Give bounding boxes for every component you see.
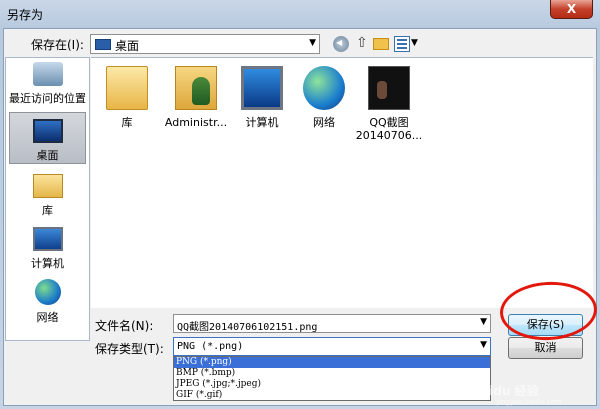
file-label-line1: QQ截图 <box>369 116 409 129</box>
place-recent-label: 最近访问的位置 <box>9 92 86 105</box>
place-network-label: 网络 <box>36 311 59 324</box>
image-thumbnail <box>368 66 410 110</box>
file-item-computer[interactable]: 计算机 <box>228 66 296 129</box>
save-as-dialog: 另存为 X 保存在(I): 桌面 ▼ ▼ 最近访问的位置 桌面 库 计算机 网 <box>0 0 600 409</box>
computer-icon <box>241 66 283 110</box>
watermark-url: jingyan.baidu.com <box>497 398 562 406</box>
chevron-down-icon[interactable]: ▼ <box>309 38 316 48</box>
file-label-line2: 20140706... <box>355 129 423 142</box>
view-menu-chevron-icon[interactable]: ▼ <box>411 38 418 48</box>
network-icon <box>303 66 345 110</box>
filetype-option[interactable]: PNG (*.png) <box>174 357 490 368</box>
computer-icon <box>32 227 63 251</box>
filename-value: QQ截图20140706102151.png <box>177 322 318 333</box>
filename-input[interactable]: QQ截图20140706102151.png ▼ <box>173 314 491 333</box>
chevron-down-icon[interactable]: ▼ <box>480 317 487 327</box>
desktop-folder-icon <box>95 39 111 50</box>
view-menu-icon[interactable] <box>394 36 410 52</box>
title-bar[interactable]: 另存为 X <box>0 0 600 28</box>
close-button[interactable]: X <box>550 0 593 19</box>
back-icon[interactable] <box>333 36 349 52</box>
desktop-icon <box>32 119 63 143</box>
file-item-library[interactable]: 库 <box>93 66 161 129</box>
place-library-label: 库 <box>42 204 53 217</box>
filetype-select[interactable]: PNG (*.png) ▼ <box>173 337 491 356</box>
chevron-down-icon[interactable]: ▼ <box>480 340 487 350</box>
library-folder-icon <box>106 66 148 110</box>
filetype-dropdown-list: PNG (*.png) BMP (*.bmp) JPEG (*.jpg;*.jp… <box>173 356 491 401</box>
file-item-administrator[interactable]: Administr... <box>162 66 230 129</box>
user-folder-icon <box>175 66 217 110</box>
places-bar: 最近访问的位置 桌面 库 计算机 网络 <box>5 57 90 341</box>
up-folder-icon[interactable] <box>354 35 370 52</box>
dialog-title: 另存为 <box>7 8 44 22</box>
file-item-qq-screenshot[interactable]: QQ截图 20140706... <box>355 66 423 142</box>
cancel-button[interactable]: 取消 <box>508 337 583 359</box>
watermark-brand: Baidu 经验 <box>472 384 539 398</box>
file-label: 计算机 <box>245 116 279 129</box>
place-network[interactable]: 网络 <box>6 279 89 325</box>
file-label: 网络 <box>313 116 335 129</box>
filetype-option[interactable]: BMP (*.bmp) <box>174 368 490 379</box>
filename-label: 文件名(N): <box>95 319 154 333</box>
file-label: Administr... <box>164 116 228 129</box>
place-computer[interactable]: 计算机 <box>6 227 89 271</box>
save-in-label: 保存在(I): <box>31 38 84 52</box>
recent-places-icon <box>32 62 63 86</box>
network-icon <box>34 279 61 305</box>
save-in-dropdown[interactable]: 桌面 ▼ <box>90 34 320 54</box>
place-recent[interactable]: 最近访问的位置 <box>6 62 89 106</box>
filetype-option[interactable]: JPEG (*.jpg;*.jpeg) <box>174 379 490 390</box>
place-computer-label: 计算机 <box>31 257 64 270</box>
place-desktop[interactable]: 桌面 <box>9 112 86 164</box>
file-label: 库 <box>121 116 133 129</box>
filetype-label: 保存类型(T): <box>95 342 164 356</box>
place-library[interactable]: 库 <box>6 174 89 218</box>
library-icon <box>32 174 63 198</box>
filetype-option[interactable]: GIF (*.gif) <box>174 390 490 401</box>
file-list[interactable]: 库 Administr... 计算机 网络 QQ截图 20140706... <box>91 57 593 308</box>
save-in-value: 桌面 <box>115 39 140 53</box>
new-folder-icon[interactable] <box>373 38 389 50</box>
place-desktop-label: 桌面 <box>36 149 59 162</box>
filetype-value: PNG (*.png) <box>177 341 244 352</box>
file-item-network[interactable]: 网络 <box>290 66 358 129</box>
